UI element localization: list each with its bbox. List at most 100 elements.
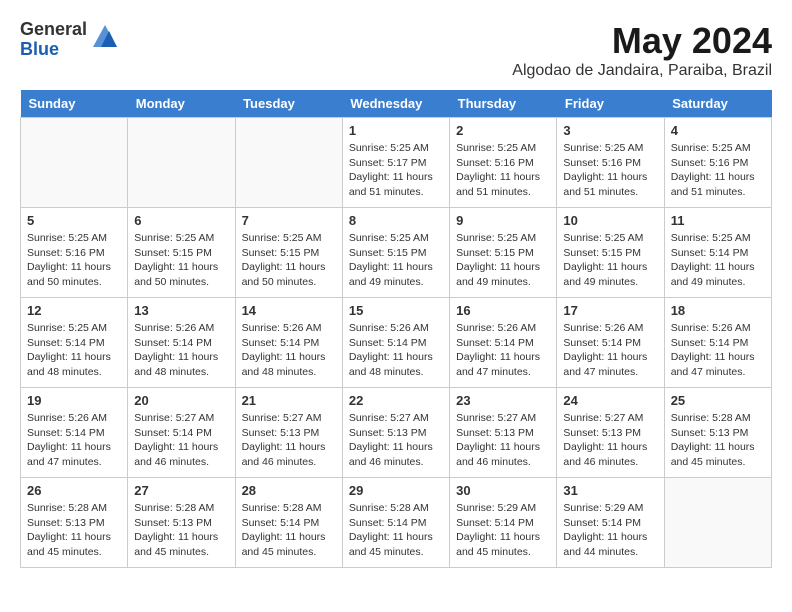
month-title: May 2024: [512, 20, 772, 62]
day-info: Sunrise: 5:26 AM Sunset: 5:14 PM Dayligh…: [27, 411, 121, 470]
day-info: Sunrise: 5:25 AM Sunset: 5:17 PM Dayligh…: [349, 141, 443, 200]
calendar-cell: 1 Sunrise: 5:25 AM Sunset: 5:17 PM Daylig…: [342, 118, 449, 208]
week-row-0: 1 Sunrise: 5:25 AM Sunset: 5:17 PM Daylig…: [21, 118, 772, 208]
day-number: 21: [242, 393, 336, 408]
day-number: 31: [563, 483, 657, 498]
day-info: Sunrise: 5:26 AM Sunset: 5:14 PM Dayligh…: [134, 321, 228, 380]
day-number: 30: [456, 483, 550, 498]
calendar-cell: 4 Sunrise: 5:25 AM Sunset: 5:16 PM Daylig…: [664, 118, 771, 208]
day-info: Sunrise: 5:27 AM Sunset: 5:13 PM Dayligh…: [349, 411, 443, 470]
calendar-cell: 24 Sunrise: 5:27 AM Sunset: 5:13 PM Dayli…: [557, 388, 664, 478]
day-number: 1: [349, 123, 443, 138]
day-number: 20: [134, 393, 228, 408]
day-info: Sunrise: 5:29 AM Sunset: 5:14 PM Dayligh…: [456, 501, 550, 560]
calendar-cell: 21 Sunrise: 5:27 AM Sunset: 5:13 PM Dayli…: [235, 388, 342, 478]
calendar-cell: 31 Sunrise: 5:29 AM Sunset: 5:14 PM Dayli…: [557, 478, 664, 568]
day-number: 22: [349, 393, 443, 408]
weekday-header-wednesday: Wednesday: [342, 90, 449, 118]
title-block: May 2024 Algodao de Jandaira, Paraiba, B…: [512, 20, 772, 80]
day-number: 25: [671, 393, 765, 408]
day-number: 11: [671, 213, 765, 228]
calendar-cell: 26Sunrise: 5:28 AM Sunset: 5:13 PM Dayli…: [21, 478, 128, 568]
location: Algodao de Jandaira, Paraiba, Brazil: [512, 62, 772, 80]
day-number: 2: [456, 123, 550, 138]
day-info: Sunrise: 5:25 AM Sunset: 5:15 PM Dayligh…: [349, 231, 443, 290]
day-info: Sunrise: 5:28 AM Sunset: 5:14 PM Dayligh…: [349, 501, 443, 560]
logo: General Blue: [20, 20, 119, 60]
weekday-header-monday: Monday: [128, 90, 235, 118]
day-info: Sunrise: 5:26 AM Sunset: 5:14 PM Dayligh…: [456, 321, 550, 380]
day-info: Sunrise: 5:25 AM Sunset: 5:14 PM Dayligh…: [27, 321, 121, 380]
weekday-header-saturday: Saturday: [664, 90, 771, 118]
day-number: 5: [27, 213, 121, 228]
calendar-cell: 6 Sunrise: 5:25 AM Sunset: 5:15 PM Daylig…: [128, 208, 235, 298]
day-number: 12: [27, 303, 121, 318]
day-number: 17: [563, 303, 657, 318]
calendar-cell: 30 Sunrise: 5:29 AM Sunset: 5:14 PM Dayli…: [450, 478, 557, 568]
day-info: Sunrise: 5:25 AM Sunset: 5:16 PM Dayligh…: [27, 231, 121, 290]
calendar-cell: 28Sunrise: 5:28 AM Sunset: 5:14 PM Dayli…: [235, 478, 342, 568]
weekday-header-thursday: Thursday: [450, 90, 557, 118]
day-info: Sunrise: 5:29 AM Sunset: 5:14 PM Dayligh…: [563, 501, 657, 560]
day-number: 4: [671, 123, 765, 138]
day-info: Sunrise: 5:25 AM Sunset: 5:15 PM Dayligh…: [242, 231, 336, 290]
day-info: Sunrise: 5:27 AM Sunset: 5:13 PM Dayligh…: [242, 411, 336, 470]
logo-icon: [91, 23, 119, 56]
weekday-header-tuesday: Tuesday: [235, 90, 342, 118]
calendar-cell: 20 Sunrise: 5:27 AM Sunset: 5:14 PM Dayli…: [128, 388, 235, 478]
calendar-cell: 11Sunrise: 5:25 AM Sunset: 5:14 PM Dayli…: [664, 208, 771, 298]
day-number: 3: [563, 123, 657, 138]
day-number: 13: [134, 303, 228, 318]
calendar-cell: 5 Sunrise: 5:25 AM Sunset: 5:16 PM Daylig…: [21, 208, 128, 298]
day-info: Sunrise: 5:25 AM Sunset: 5:16 PM Dayligh…: [671, 141, 765, 200]
weekday-header-friday: Friday: [557, 90, 664, 118]
day-number: 28: [242, 483, 336, 498]
day-number: 29: [349, 483, 443, 498]
week-row-1: 5 Sunrise: 5:25 AM Sunset: 5:16 PM Daylig…: [21, 208, 772, 298]
day-number: 10: [563, 213, 657, 228]
day-info: Sunrise: 5:28 AM Sunset: 5:13 PM Dayligh…: [134, 501, 228, 560]
calendar-cell: 13 Sunrise: 5:26 AM Sunset: 5:14 PM Dayli…: [128, 298, 235, 388]
logo-blue: Blue: [20, 40, 87, 60]
calendar-cell: 7Sunrise: 5:25 AM Sunset: 5:15 PM Daylig…: [235, 208, 342, 298]
calendar-cell: 25 Sunrise: 5:28 AM Sunset: 5:13 PM Dayli…: [664, 388, 771, 478]
day-info: Sunrise: 5:26 AM Sunset: 5:14 PM Dayligh…: [242, 321, 336, 380]
calendar-cell: [235, 118, 342, 208]
day-number: 24: [563, 393, 657, 408]
week-row-3: 19Sunrise: 5:26 AM Sunset: 5:14 PM Dayli…: [21, 388, 772, 478]
calendar-table: SundayMondayTuesdayWednesdayThursdayFrid…: [20, 90, 772, 568]
day-info: Sunrise: 5:27 AM Sunset: 5:14 PM Dayligh…: [134, 411, 228, 470]
day-info: Sunrise: 5:26 AM Sunset: 5:14 PM Dayligh…: [563, 321, 657, 380]
calendar-cell: 22 Sunrise: 5:27 AM Sunset: 5:13 PM Dayli…: [342, 388, 449, 478]
day-number: 26: [27, 483, 121, 498]
page-header: General Blue May 2024 Algodao de Jandair…: [20, 20, 772, 80]
logo-general: General: [20, 20, 87, 40]
calendar-cell: 15Sunrise: 5:26 AM Sunset: 5:14 PM Dayli…: [342, 298, 449, 388]
day-info: Sunrise: 5:26 AM Sunset: 5:14 PM Dayligh…: [671, 321, 765, 380]
week-row-4: 26 Sunrise: 5:28 AM Sunset: 5:13 PM Dayli…: [21, 478, 772, 568]
calendar-cell: 27 Sunrise: 5:28 AM Sunset: 5:13 PM Dayli…: [128, 478, 235, 568]
calendar-cell: 14 Sunrise: 5:26 AM Sunset: 5:14 PM Dayli…: [235, 298, 342, 388]
day-number: 18: [671, 303, 765, 318]
day-number: 16: [456, 303, 550, 318]
day-info: Sunrise: 5:25 AM Sunset: 5:15 PM Dayligh…: [134, 231, 228, 290]
day-info: Sunrise: 5:28 AM Sunset: 5:13 PM Dayligh…: [671, 411, 765, 470]
day-info: Sunrise: 5:25 AM Sunset: 5:15 PM Dayligh…: [456, 231, 550, 290]
calendar-cell: 23Sunrise: 5:27 AM Sunset: 5:13 PM Dayli…: [450, 388, 557, 478]
calendar-cell: 8 Sunrise: 5:25 AM Sunset: 5:15 PM Daylig…: [342, 208, 449, 298]
day-number: 8: [349, 213, 443, 228]
calendar-cell: 16 Sunrise: 5:26 AM Sunset: 5:14 PM Dayli…: [450, 298, 557, 388]
day-info: Sunrise: 5:27 AM Sunset: 5:13 PM Dayligh…: [563, 411, 657, 470]
week-row-2: 12 Sunrise: 5:25 AM Sunset: 5:14 PM Dayli…: [21, 298, 772, 388]
calendar-cell: 10 Sunrise: 5:25 AM Sunset: 5:15 PM Dayli…: [557, 208, 664, 298]
weekday-header-sunday: Sunday: [21, 90, 128, 118]
calendar-cell: 2Sunrise: 5:25 AM Sunset: 5:16 PM Daylig…: [450, 118, 557, 208]
day-number: 6: [134, 213, 228, 228]
calendar-cell: [664, 478, 771, 568]
day-info: Sunrise: 5:25 AM Sunset: 5:15 PM Dayligh…: [563, 231, 657, 290]
calendar-cell: 18 Sunrise: 5:26 AM Sunset: 5:14 PM Dayli…: [664, 298, 771, 388]
day-number: 14: [242, 303, 336, 318]
calendar-cell: [128, 118, 235, 208]
day-number: 27: [134, 483, 228, 498]
day-number: 23: [456, 393, 550, 408]
